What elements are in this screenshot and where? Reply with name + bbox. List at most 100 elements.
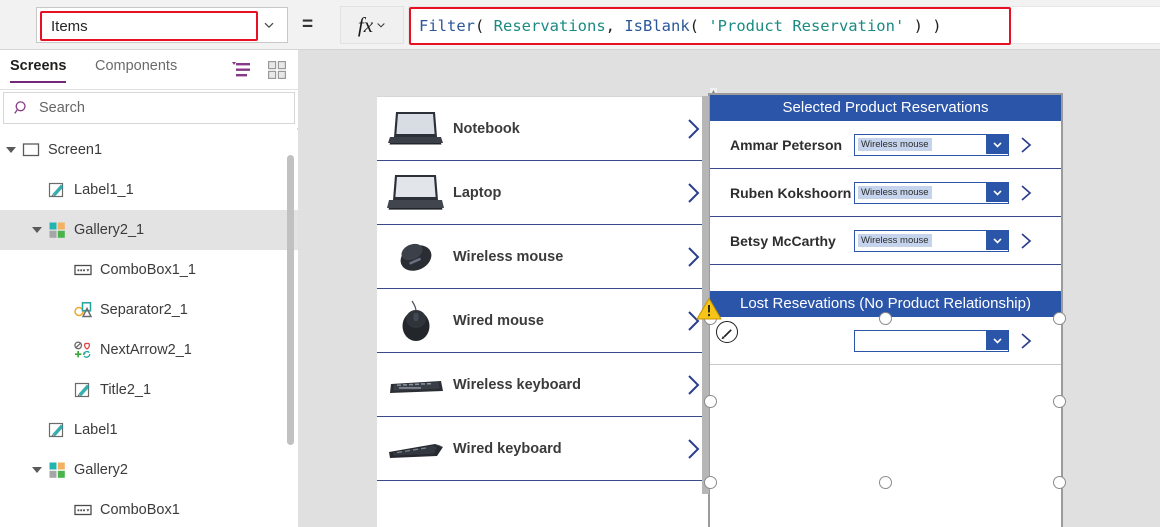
tree-item-label1[interactable]: Label1 (0, 410, 298, 450)
product-row[interactable]: Laptop (377, 161, 715, 225)
fx-icon: fx (357, 12, 374, 37)
product-name: Wireless keyboard (453, 376, 582, 393)
wireless-keyboard-photo (385, 362, 447, 408)
equals-sign: = (302, 14, 314, 35)
reservation-combobox[interactable]: Wireless mouse (854, 229, 1009, 252)
resize-handle-top-center[interactable] (879, 312, 892, 325)
tree-item-screen1[interactable]: Screen1 (0, 130, 298, 170)
reservations-header: Selected Product Reservations (710, 95, 1061, 121)
resize-handle-bottom-right[interactable] (1053, 476, 1066, 489)
chevron-right-icon[interactable] (1017, 134, 1035, 156)
formula-token: Filter (419, 17, 475, 35)
combobox-dropdown-button[interactable] (986, 230, 1008, 250)
formula-token: IsBlank (624, 17, 690, 35)
wireless-mouse-photo (385, 234, 447, 280)
expand-caret-icon[interactable] (32, 467, 48, 473)
filter-list-icon[interactable] (232, 61, 252, 84)
gallery-icon (48, 221, 66, 239)
tree-view-panel: Screens Components Search Screen1 Label1… (0, 50, 298, 527)
property-select[interactable]: Items (36, 7, 288, 43)
combobox-dropdown-button[interactable] (986, 182, 1008, 202)
fx-button[interactable]: fx (340, 6, 404, 44)
product-name: Wired mouse (453, 312, 544, 329)
tree-item-title2_1[interactable]: Title2_1 (0, 370, 298, 410)
tree-scrollbar[interactable] (287, 155, 294, 445)
tree-item-gallery2[interactable]: Gallery2 (0, 450, 298, 490)
reservation-row[interactable]: Ruben Kokshoorn Wireless mouse (710, 169, 1061, 217)
tree-item-gallery2_1[interactable]: Gallery2_1 (0, 210, 298, 250)
reservation-person: Ruben Kokshoorn (730, 184, 852, 201)
search-input[interactable]: Search (3, 92, 295, 124)
product-row[interactable]: Notebook (377, 97, 715, 161)
reservation-combobox[interactable]: Wireless mouse (854, 181, 1009, 204)
pencil-edit-icon[interactable] (716, 321, 738, 343)
app-canvas: Notebook Laptop Wireless mouse Wired mouse W… (298, 50, 1160, 527)
tree-item-label: ComboBox1 (100, 502, 180, 518)
icons-icon (74, 341, 92, 359)
chevron-right-icon[interactable] (1017, 182, 1035, 204)
reservation-row[interactable]: Betsy McCarthy Wireless mouse (710, 217, 1061, 265)
chevron-right-icon[interactable] (683, 181, 703, 205)
reservation-combobox[interactable]: Wireless mouse (854, 133, 1009, 156)
combobox-value: Wireless mouse (858, 234, 932, 247)
tree-item-label: Gallery2 (74, 462, 128, 478)
resize-handle-bottom-left[interactable] (704, 476, 717, 489)
lost-combobox-value (858, 340, 864, 342)
tree-item-label: Label1 (74, 422, 118, 438)
chevron-right-icon[interactable] (1017, 230, 1035, 252)
reservation-person: Betsy McCarthy (730, 232, 836, 249)
tree-item-combobox1[interactable]: ComboBox1 (0, 490, 298, 527)
reservations-gallery-scrollbar[interactable] (702, 96, 709, 494)
combobox-value: Wireless mouse (858, 186, 932, 199)
formula-bar: Items = fx Filter( Reservations, IsBlank… (0, 0, 1160, 50)
search-row: Search (0, 90, 298, 128)
product-row[interactable]: Wireless mouse (377, 225, 715, 289)
shapes-icon (74, 301, 93, 319)
tree-item-label: Separator2_1 (100, 302, 188, 318)
property-select-highlight: Items (40, 11, 258, 41)
tree-item-nextarrow2_1[interactable]: NextArrow2_1 (0, 330, 298, 370)
reservations-gallery[interactable]: Selected Product Reservations Ammar Pete… (708, 93, 1063, 527)
chevron-right-icon[interactable] (683, 117, 703, 141)
grid-view-icon[interactable] (268, 61, 286, 84)
tree-item-separator2_1[interactable]: Separator2_1 (0, 290, 298, 330)
product-row[interactable]: Wired mouse (377, 289, 715, 353)
notebook-photo (385, 106, 447, 152)
chevron-right-icon[interactable] (683, 373, 703, 397)
product-row[interactable]: Wired keyboard (377, 417, 715, 481)
gallery-icon (48, 461, 66, 479)
resize-handle-top-right[interactable] (1053, 312, 1066, 325)
combobox-dropdown-button[interactable] (986, 330, 1008, 350)
combobox-icon (74, 261, 92, 279)
warning-triangle-icon[interactable] (696, 297, 722, 321)
tab-screens[interactable]: Screens (10, 58, 67, 83)
search-icon (14, 101, 26, 114)
tab-components[interactable]: Components (95, 58, 177, 81)
tree-item-label1_1[interactable]: Label1_1 (0, 170, 298, 210)
wired-keyboard-photo (385, 426, 447, 472)
product-gallery[interactable]: Notebook Laptop Wireless mouse Wired mouse W… (377, 96, 715, 527)
product-row[interactable]: Wireless keyboard (377, 353, 715, 417)
resize-handle-bottom-center[interactable] (879, 476, 892, 489)
label-icon (48, 421, 66, 439)
formula-input[interactable]: Filter( Reservations, IsBlank( 'Product … (409, 7, 1011, 45)
laptop-photo (385, 170, 447, 216)
resize-handle-middle-left[interactable] (704, 395, 717, 408)
tree-item-label: Label1_1 (74, 182, 134, 198)
lost-reservation-combobox[interactable] (854, 329, 1009, 352)
chevron-down-icon[interactable] (263, 19, 275, 31)
product-name: Laptop (453, 184, 502, 201)
reservation-row[interactable]: Ammar Peterson Wireless mouse (710, 121, 1061, 169)
chevron-right-icon[interactable] (1017, 330, 1035, 352)
chevron-right-icon[interactable] (683, 437, 703, 461)
tree-item-label: NextArrow2_1 (100, 342, 192, 358)
search-placeholder: Search (39, 100, 85, 116)
screen-icon (22, 141, 40, 159)
combobox-dropdown-button[interactable] (986, 134, 1008, 154)
tree-item-combobox1_1[interactable]: ComboBox1_1 (0, 250, 298, 290)
chevron-right-icon[interactable] (683, 245, 703, 269)
resize-handle-middle-right[interactable] (1053, 395, 1066, 408)
expand-caret-icon[interactable] (32, 227, 48, 233)
tree-item-label: Gallery2_1 (74, 222, 145, 238)
expand-caret-icon[interactable] (6, 147, 22, 153)
